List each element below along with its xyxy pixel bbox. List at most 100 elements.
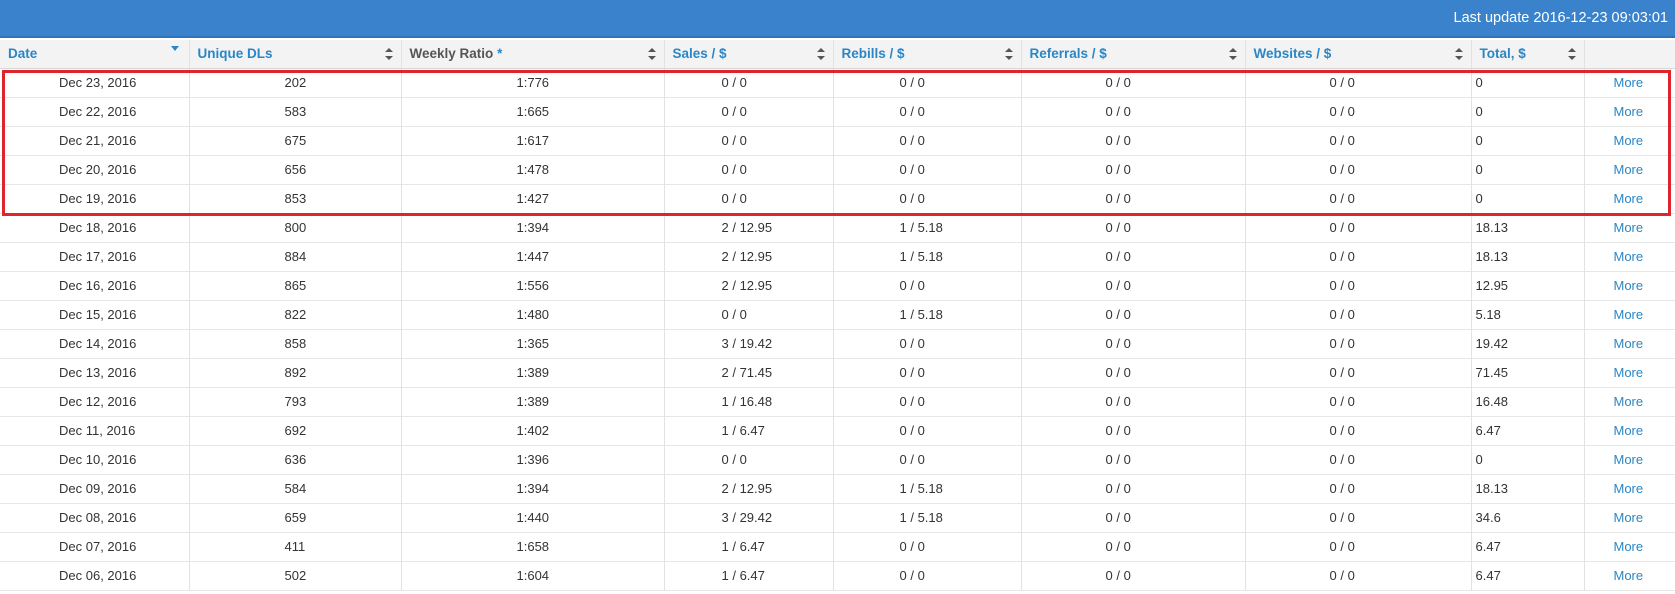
column-header-date[interactable]: Date [0, 40, 190, 69]
cell-unique-dls: 411 [189, 532, 402, 561]
cell-sales: 0 / 0 [664, 126, 834, 155]
more-link[interactable]: More [1584, 242, 1675, 271]
cell-rebills: 0 / 0 [833, 532, 1022, 561]
cell-unique-dls: 822 [189, 300, 402, 329]
cell-date: Dec 18, 2016 [0, 213, 190, 242]
cell-weekly-ratio: 1:658 [401, 532, 665, 561]
cell-referrals: 0 / 0 [1021, 532, 1246, 561]
table-row: Dec 20, 2016 656 1:478 0 / 00 / 00 / 00 / 0… [0, 155, 1675, 184]
more-link[interactable]: More [1584, 213, 1675, 242]
cell-websites: 0 / 0 [1245, 184, 1472, 213]
table-row: Dec 17, 2016 884 1:447 2 / 12.95 1 / 5.18 0 /… [0, 242, 1675, 271]
more-link[interactable]: More [1584, 155, 1675, 184]
column-label-rebills: Rebills / $ [841, 46, 905, 62]
cell-websites: 0 / 0 [1245, 387, 1472, 416]
more-link[interactable]: More [1584, 474, 1675, 503]
column-header-total[interactable]: Total, $ [1471, 40, 1585, 69]
column-header-websites[interactable]: Websites / $ [1245, 40, 1472, 69]
cell-weekly-ratio: 1:394 [401, 474, 665, 503]
cell-referrals: 0 / 0 [1021, 242, 1246, 271]
cell-sales: 2 / 12.95 [664, 271, 834, 300]
top-bar: Last update 2016-12-23 09:03:01 [0, 0, 1675, 38]
cell-total: 18.13 [1471, 474, 1585, 503]
cell-referrals: 0 / 0 [1021, 300, 1246, 329]
more-link[interactable]: More [1584, 271, 1675, 300]
cell-total: 18.13 [1471, 242, 1585, 271]
cell-referrals: 0 / 0 [1021, 213, 1246, 242]
cell-total: 6.47 [1471, 532, 1585, 561]
column-header-referrals[interactable]: Referrals / $ [1021, 40, 1246, 69]
cell-websites: 0 / 0 [1245, 445, 1472, 474]
cell-websites: 0 / 0 [1245, 155, 1472, 184]
cell-total: 19.42 [1471, 329, 1585, 358]
cell-rebills: 0 / 0 [833, 126, 1022, 155]
table-row: Dec 22, 2016 583 1:665 0 / 00 / 00 / 00 / 0… [0, 97, 1675, 126]
sort-icon [1567, 48, 1576, 60]
cell-sales: 2 / 12.95 [664, 213, 834, 242]
cell-rebills: 0 / 0 [833, 184, 1022, 213]
more-link[interactable]: More [1584, 416, 1675, 445]
table-row: Dec 09, 2016 584 1:394 2 / 12.95 1 / 5.18 0 /… [0, 474, 1675, 503]
more-link[interactable]: More [1584, 329, 1675, 358]
cell-websites: 0 / 0 [1245, 300, 1472, 329]
table-row: Dec 11, 2016 692 1:402 1 / 6.47 0 / 00 / 00 … [0, 416, 1675, 445]
column-header-sales[interactable]: Sales / $ [664, 40, 834, 69]
cell-date: Dec 10, 2016 [0, 445, 190, 474]
cell-sales: 1 / 6.47 [664, 532, 834, 561]
column-header-weekly-ratio[interactable]: Weekly Ratio * [401, 40, 665, 69]
table-row: Dec 07, 2016 411 1:658 1 / 6.47 0 / 00 / 00 … [0, 532, 1675, 561]
column-header-unique-dls[interactable]: Unique DLs [189, 40, 402, 69]
cell-total: 0 [1471, 155, 1585, 184]
column-label-sales: Sales / $ [672, 46, 727, 62]
cell-rebills: 0 / 0 [833, 68, 1022, 97]
cell-unique-dls: 502 [189, 561, 402, 590]
cell-sales: 2 / 12.95 [664, 242, 834, 271]
cell-sales: 1 / 6.47 [664, 561, 834, 590]
cell-referrals: 0 / 0 [1021, 445, 1246, 474]
cell-referrals: 0 / 0 [1021, 184, 1246, 213]
more-link[interactable]: More [1584, 445, 1675, 474]
cell-rebills: 0 / 0 [833, 97, 1022, 126]
more-link[interactable]: More [1584, 184, 1675, 213]
cell-date: Dec 17, 2016 [0, 242, 190, 271]
cell-sales: 2 / 12.95 [664, 474, 834, 503]
more-link[interactable]: More [1584, 503, 1675, 532]
cell-weekly-ratio: 1:447 [401, 242, 665, 271]
more-link[interactable]: More [1584, 561, 1675, 590]
cell-rebills: 0 / 0 [833, 271, 1022, 300]
more-link[interactable]: More [1584, 387, 1675, 416]
cell-date: Dec 06, 2016 [0, 561, 190, 590]
cell-referrals: 0 / 0 [1021, 329, 1246, 358]
cell-date: Dec 07, 2016 [0, 532, 190, 561]
cell-unique-dls: 675 [189, 126, 402, 155]
cell-sales: 0 / 0 [664, 445, 834, 474]
cell-referrals: 0 / 0 [1021, 503, 1246, 532]
cell-date: Dec 21, 2016 [0, 126, 190, 155]
cell-rebills: 1 / 5.18 [833, 213, 1022, 242]
cell-weekly-ratio: 1:480 [401, 300, 665, 329]
cell-date: Dec 11, 2016 [0, 416, 190, 445]
cell-rebills: 0 / 0 [833, 561, 1022, 590]
column-label-weekly-ratio: Weekly Ratio [409, 46, 494, 62]
cell-unique-dls: 800 [189, 213, 402, 242]
more-link[interactable]: More [1584, 532, 1675, 561]
cell-sales: 0 / 0 [664, 97, 834, 126]
column-header-rebills[interactable]: Rebills / $ [833, 40, 1022, 69]
cell-weekly-ratio: 1:402 [401, 416, 665, 445]
cell-unique-dls: 656 [189, 155, 402, 184]
cell-rebills: 0 / 0 [833, 155, 1022, 184]
more-link[interactable]: More [1584, 68, 1675, 97]
more-link[interactable]: More [1584, 97, 1675, 126]
more-link[interactable]: More [1584, 358, 1675, 387]
cell-websites: 0 / 0 [1245, 416, 1472, 445]
more-link[interactable]: More [1584, 300, 1675, 329]
cell-date: Dec 19, 2016 [0, 184, 190, 213]
cell-weekly-ratio: 1:365 [401, 329, 665, 358]
cell-date: Dec 12, 2016 [0, 387, 190, 416]
cell-total: 0 [1471, 97, 1585, 126]
cell-total: 5.18 [1471, 300, 1585, 329]
more-link[interactable]: More [1584, 126, 1675, 155]
cell-rebills: 0 / 0 [833, 416, 1022, 445]
cell-sales: 0 / 0 [664, 68, 834, 97]
table-row: Dec 10, 2016 636 1:396 0 / 00 / 00 / 00 / 0… [0, 445, 1675, 474]
